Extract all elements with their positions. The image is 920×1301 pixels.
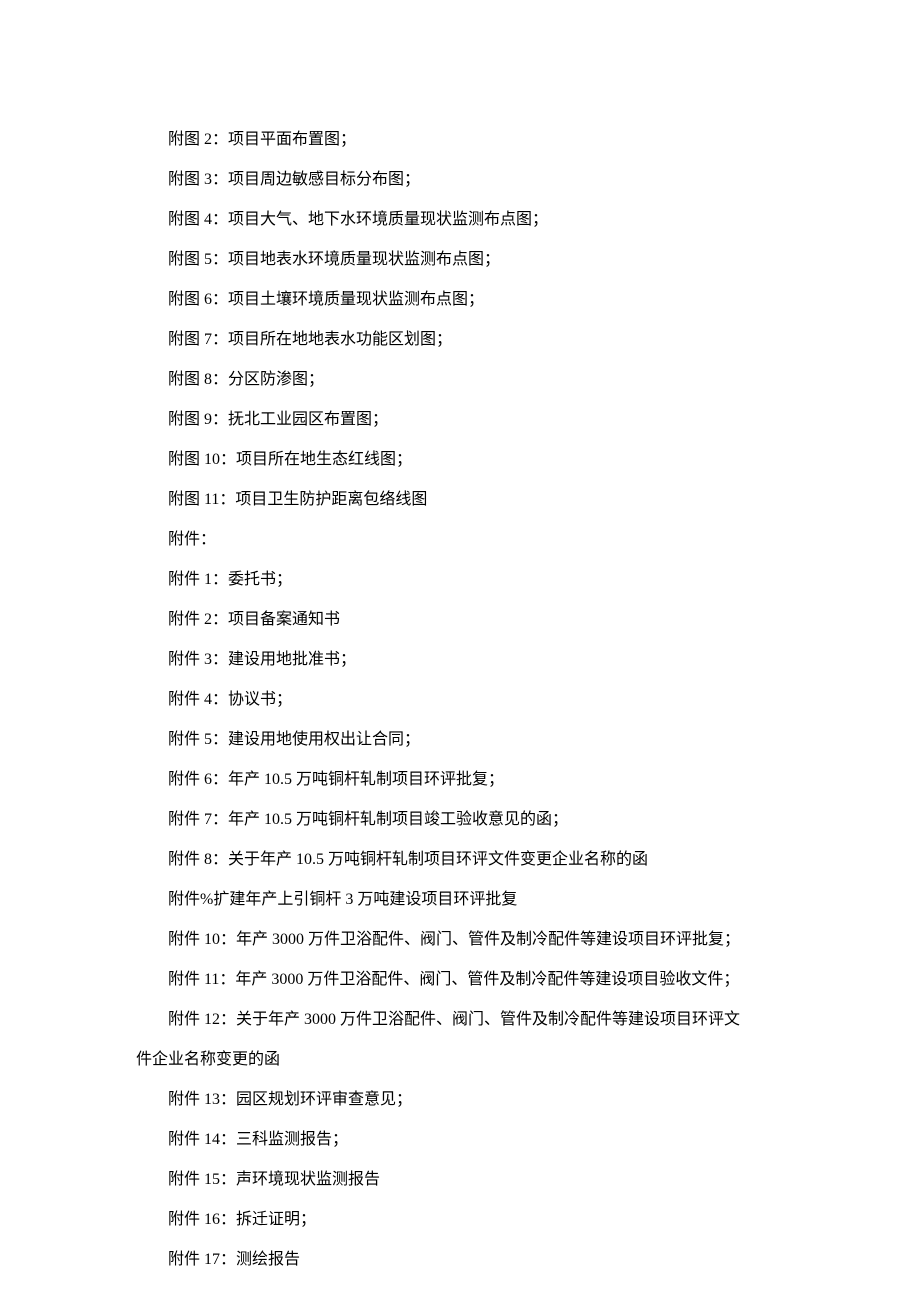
text-line: 附图 3：项目周边敏感目标分布图； — [136, 160, 784, 200]
text-line: 附件 4：协议书； — [136, 680, 784, 720]
text-line: 附件%扩建年产上引铜杆 3 万吨建设项目环评批复 — [136, 880, 784, 920]
text-line: 附件 2：项目备案通知书 — [136, 600, 784, 640]
text-line: 附图 10：项目所在地生态红线图； — [136, 440, 784, 480]
text-line: 附件 6：年产 10.5 万吨铜杆轧制项目环评批复； — [136, 760, 784, 800]
text-line: 附件 16：拆迁证明； — [136, 1200, 784, 1240]
text-line: 附件： — [136, 520, 784, 560]
text-line: 件企业名称变更的函 — [136, 1040, 784, 1080]
text-line: 附件 8：关于年产 10.5 万吨铜杆轧制项目环评文件变更企业名称的函 — [136, 840, 784, 880]
text-line: 附件 11：年产 3000 万件卫浴配件、阀门、管件及制冷配件等建设项目验收文件… — [136, 960, 784, 1000]
text-line: 附件 12：关于年产 3000 万件卫浴配件、阀门、管件及制冷配件等建设项目环评… — [136, 1000, 784, 1040]
text-line: 附件 5：建设用地使用权出让合同； — [136, 720, 784, 760]
text-line: 附件 14：三科监测报告； — [136, 1120, 784, 1160]
text-line: 附件 17：测绘报告 — [136, 1240, 784, 1280]
text-line: 附图 11：项目卫生防护距离包络线图 — [136, 480, 784, 520]
text-line: 附件 1：委托书； — [136, 560, 784, 600]
text-line: 附图 5：项目地表水环境质量现状监测布点图； — [136, 240, 784, 280]
text-line: 附图 8：分区防渗图； — [136, 360, 784, 400]
text-line: 附件 15：声环境现状监测报告 — [136, 1160, 784, 1200]
text-line: 附图 4：项目大气、地下水环境质量现状监测布点图； — [136, 200, 784, 240]
text-line: 附件 10：年产 3000 万件卫浴配件、阀门、管件及制冷配件等建设项目环评批复… — [136, 920, 784, 960]
text-line: 附图 9：抚北工业园区布置图； — [136, 400, 784, 440]
text-line: 附件 3：建设用地批准书； — [136, 640, 784, 680]
document-page: 附图 2：项目平面布置图； 附图 3：项目周边敏感目标分布图； 附图 4：项目大… — [0, 0, 920, 1301]
text-line: 附图 2：项目平面布置图； — [136, 120, 784, 160]
text-line: 附图 6：项目土壤环境质量现状监测布点图； — [136, 280, 784, 320]
text-line: 附件 7：年产 10.5 万吨铜杆轧制项目竣工验收意见的函； — [136, 800, 784, 840]
text-line: 附件 13：园区规划环评审查意见； — [136, 1080, 784, 1120]
text-line: 附图 7：项目所在地地表水功能区划图； — [136, 320, 784, 360]
